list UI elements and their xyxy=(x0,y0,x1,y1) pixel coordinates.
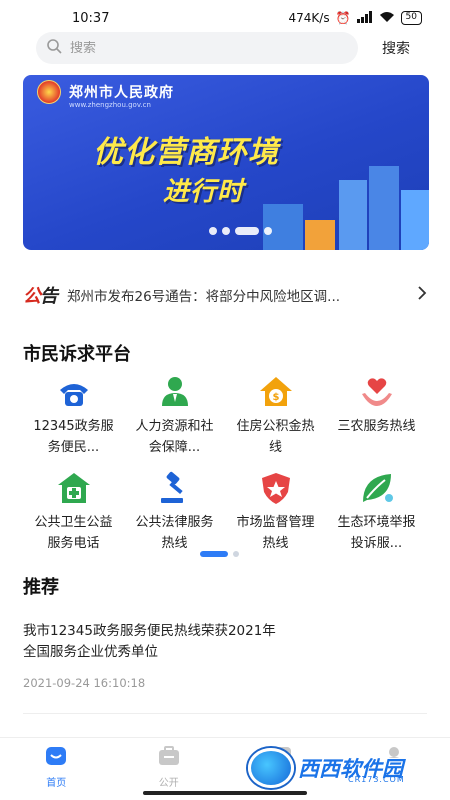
service-label: 12345政务服务便民... xyxy=(33,419,114,455)
service-label: 三农服务热线 xyxy=(337,419,416,434)
services-grid: 12345政务服务便民... 人力资源和社会保障... $ 住房公积金热线 三农… xyxy=(23,374,427,560)
notice-bar[interactable]: 公告 郑州市发布26号通告：将部分中风险地区调... xyxy=(23,282,433,308)
nav-item-home[interactable]: 首页 xyxy=(0,738,113,800)
divider xyxy=(23,713,427,714)
national-emblem-icon xyxy=(37,80,61,104)
search-icon xyxy=(46,38,62,58)
banner-dot[interactable] xyxy=(209,227,217,235)
notice-tag-black: 告 xyxy=(40,286,58,307)
banner-carousel[interactable]: 郑州市人民政府 www.zhengzhou.gov.cn 优化营商环境 进行时 xyxy=(23,75,429,250)
banner-dot[interactable] xyxy=(264,227,272,235)
banner-building xyxy=(401,190,429,250)
watermark: 西西软件园 CR173.COM xyxy=(248,744,438,792)
watermark-logo-icon xyxy=(248,748,294,788)
watermark-sub: CR173.COM xyxy=(348,775,405,784)
recommend-article-title[interactable]: 我市12345政务服务便民热线荣获2021年全国服务企业优秀单位 xyxy=(23,621,283,663)
service-label: 公共卫生公益服务电话 xyxy=(34,515,113,551)
service-item-housing-fund[interactable]: $ 住房公积金热线 xyxy=(225,374,326,464)
status-bar: 10:37 474K/s ⏰ 50 xyxy=(0,0,450,36)
service-item-12345[interactable]: 12345政务服务便民... xyxy=(23,374,124,464)
banner-dot[interactable] xyxy=(222,227,230,235)
services-pagination xyxy=(200,551,239,557)
status-time: 10:37 xyxy=(72,10,110,26)
house-coin-icon: $ xyxy=(258,374,294,410)
leaf-icon xyxy=(359,470,395,506)
services-page-indicator[interactable] xyxy=(233,551,239,557)
alarm-icon: ⏰ xyxy=(335,11,351,25)
banner-building xyxy=(369,166,399,250)
search-row: 搜索 xyxy=(0,32,450,66)
nav-label: 首页 xyxy=(46,778,67,789)
banner-building xyxy=(339,180,367,250)
recommend-section-title: 推荐 xyxy=(23,577,59,598)
service-item-legal[interactable]: 公共法律服务热线 xyxy=(124,470,225,560)
service-item-market-supervision[interactable]: 市场监督管理热线 xyxy=(225,470,326,560)
home-icon xyxy=(45,746,67,770)
chevron-right-icon[interactable] xyxy=(417,285,427,306)
search-button[interactable]: 搜索 xyxy=(382,38,410,58)
search-input[interactable] xyxy=(70,40,310,56)
notice-tag: 公告 xyxy=(23,282,58,308)
heart-hand-icon xyxy=(359,374,395,410)
banner-org-name: 郑州市人民政府 xyxy=(69,85,174,101)
banner-slogan-line1: 优化营商环境 xyxy=(93,135,279,170)
banner-building xyxy=(305,220,335,250)
banner-slogan-line2: 进行时 xyxy=(163,177,245,207)
service-label: 市场监督管理热线 xyxy=(236,515,315,551)
home-indicator xyxy=(143,791,307,795)
phone-icon xyxy=(56,374,92,410)
service-item-public-health[interactable]: 公共卫生公益服务电话 xyxy=(23,470,124,560)
service-label: 生态环境举报投诉服... xyxy=(337,515,416,551)
search-field[interactable] xyxy=(36,32,358,64)
service-label: 住房公积金热线 xyxy=(236,419,315,455)
notice-text: 郑州市发布26号通告：将部分中风险地区调... xyxy=(67,289,341,305)
nav-label: 公开 xyxy=(158,778,179,789)
recommend-article-time: 2021-09-24 16:10:18 xyxy=(23,676,146,690)
banner-dot-active[interactable] xyxy=(235,227,259,235)
services-section-title: 市民诉求平台 xyxy=(23,344,131,365)
service-item-ecology[interactable]: 生态环境举报投诉服... xyxy=(326,470,427,560)
services-page-indicator-active[interactable] xyxy=(200,551,228,557)
signal-icon xyxy=(356,10,373,26)
svg-text:$: $ xyxy=(272,392,279,403)
person-icon xyxy=(157,374,193,410)
banner-url: www.zhengzhou.gov.cn xyxy=(69,101,151,109)
notice-tag-red: 公 xyxy=(23,286,41,307)
network-speed: 474K/s xyxy=(288,11,330,25)
wifi-icon xyxy=(379,11,395,26)
service-item-hr[interactable]: 人力资源和社会保障... xyxy=(124,374,225,464)
service-label: 人力资源和社会保障... xyxy=(135,419,214,455)
service-item-agriculture[interactable]: 三农服务热线 xyxy=(326,374,427,464)
battery-icon: 50 xyxy=(400,11,422,25)
status-indicators: 474K/s ⏰ 50 xyxy=(288,10,422,26)
gavel-icon xyxy=(157,470,193,506)
banner-pagination xyxy=(209,227,272,235)
shield-star-icon xyxy=(258,470,294,506)
briefcase-icon xyxy=(158,746,180,770)
service-label: 公共法律服务热线 xyxy=(135,515,214,551)
health-icon xyxy=(56,470,92,506)
